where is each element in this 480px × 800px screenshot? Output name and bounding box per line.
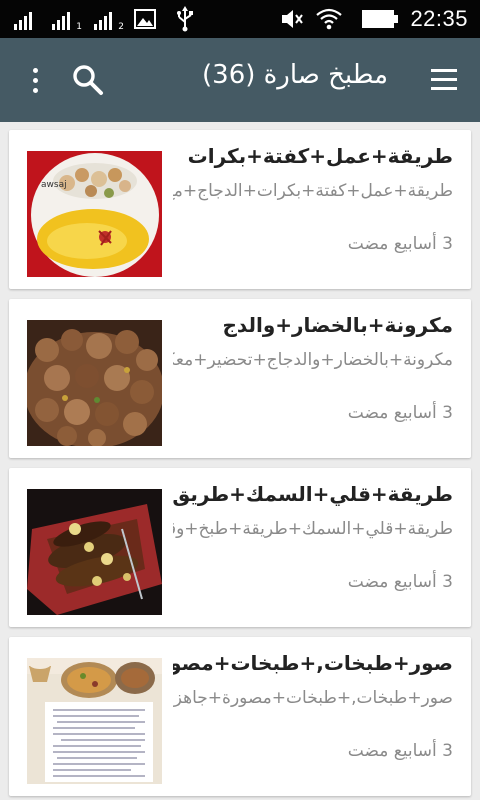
mute-icon	[282, 10, 304, 28]
recipe-thumbnail-pasta	[27, 320, 162, 446]
clock: 22:35	[410, 6, 468, 31]
status-right-icons: 22:35	[280, 4, 468, 34]
recipe-description: طريقة+قلي+السمك+طريقة+طبخ+وقلي+السمك+بال…	[173, 519, 453, 539]
menu-icon[interactable]	[428, 64, 460, 96]
recipe-title: مكرونة+بالخضار+والدج	[222, 313, 453, 337]
signal-icon-2: 2	[94, 8, 124, 32]
more-vert-icon[interactable]	[22, 62, 48, 98]
page-title: مطبخ صارة (36)	[202, 60, 388, 90]
recipe-card[interactable]: طريقة+قلي+السمك+طريق طريقة+قلي+السمك+طري…	[9, 468, 471, 627]
watermark-awsaj: awsaj	[41, 180, 67, 190]
recipe-time: 3 أسابيع مضت	[347, 403, 453, 423]
recipe-title: صور+طبخات,+طبخات+مصو	[173, 651, 453, 675]
recipe-time: 3 أسابيع مضت	[347, 741, 453, 761]
status-left-icons: 1 2	[14, 6, 194, 32]
sim-2-label: 2	[118, 22, 124, 32]
recipe-description: مكرونة+بالخضار+والدجاج+تحضير+معكرونة+مع+…	[173, 350, 453, 370]
app-bar: مطبخ صارة (36)	[0, 38, 480, 122]
recipe-thumbnail-fish	[27, 489, 162, 615]
recipe-thumbnail-kofta: awsaj	[27, 151, 162, 277]
recipe-list: awsaj طريقة+عمل+كفتة+بكرات طريقة+عمل+كفت…	[0, 122, 480, 800]
recipe-card[interactable]: awsaj طريقة+عمل+كفتة+بكرات طريقة+عمل+كفت…	[9, 130, 471, 289]
recipe-description: طريقة+عمل+كفتة+بكرات+الدجاج+مع+البطاطس+و…	[173, 181, 453, 201]
image-icon	[134, 9, 156, 29]
status-bar: 1 2 22:35	[0, 0, 480, 38]
sim-1-label: 1	[76, 22, 82, 32]
recipe-title: طريقة+عمل+كفتة+بكرات	[187, 144, 453, 168]
recipe-title: طريقة+قلي+السمك+طريق	[173, 482, 453, 506]
recipe-time: 3 أسابيع مضت	[347, 572, 453, 592]
usb-icon	[177, 6, 193, 32]
recipe-thumbnail-recipes	[27, 658, 162, 784]
recipe-card[interactable]: صور+طبخات,+طبخات+مصو صور+طبخات,+طبخات+مص…	[9, 637, 471, 796]
signal-icon-1: 1	[52, 8, 82, 32]
recipe-time: 3 أسابيع مضت	[347, 234, 453, 254]
recipe-description: صور+طبخات,+طبخات+مصورة+جاهزة+للحفظ,+طبخا…	[173, 688, 453, 708]
search-icon[interactable]	[70, 62, 106, 98]
battery-icon	[362, 10, 399, 28]
signal-icon	[14, 8, 36, 30]
wifi-icon	[316, 8, 343, 30]
recipe-card[interactable]: مكرونة+بالخضار+والدج مكرونة+بالخضار+والد…	[9, 299, 471, 458]
